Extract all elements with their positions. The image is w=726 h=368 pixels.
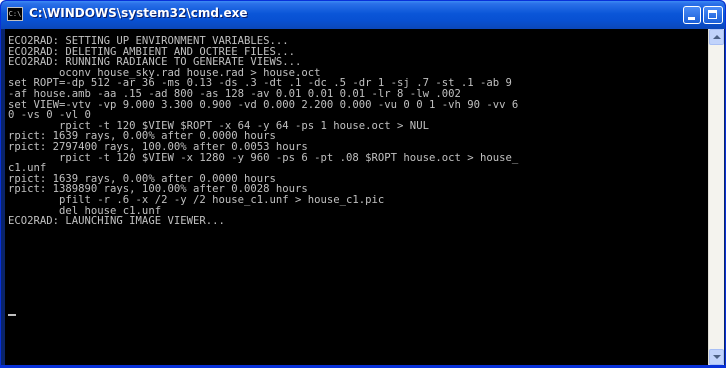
scroll-up-button[interactable] — [709, 29, 724, 45]
title-bar[interactable]: C:\ C:\WINDOWS\system32\cmd.exe — [1, 1, 725, 29]
minimize-button[interactable] — [683, 6, 701, 24]
vertical-scrollbar[interactable] — [708, 29, 724, 365]
console-text: ECO2RAD: SETTING UP ENVIRONMENT VARIABLE… — [5, 29, 708, 227]
scroll-up-arrow-icon — [713, 35, 721, 39]
minimize-icon — [688, 17, 695, 20]
command-prompt-icon[interactable]: C:\ — [7, 7, 23, 21]
window-title: C:\WINDOWS\system32\cmd.exe — [29, 6, 248, 20]
text-cursor — [8, 314, 16, 316]
console-window: C:\ C:\WINDOWS\system32\cmd.exe ECO2RAD:… — [0, 0, 726, 368]
console-line: ECO2RAD: LAUNCHING IMAGE VIEWER... — [8, 215, 225, 228]
maximize-button[interactable] — [703, 6, 723, 24]
console-output[interactable]: ECO2RAD: SETTING UP ENVIRONMENT VARIABLE… — [5, 29, 708, 365]
scroll-down-arrow-icon — [713, 355, 721, 359]
maximize-icon — [708, 10, 717, 19]
scroll-down-button[interactable] — [709, 349, 724, 365]
console-line: rpict -t 120 $VIEW -x 1280 -y 960 -ps 6 … — [8, 151, 519, 164]
